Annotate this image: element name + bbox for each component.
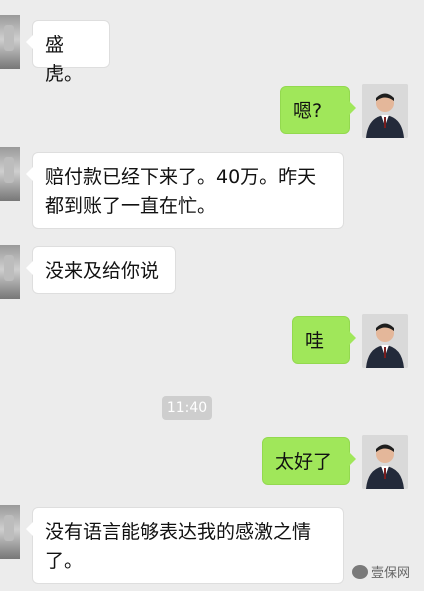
watermark: 壹保网 <box>352 562 410 581</box>
message-timestamp: 11:40 <box>162 396 212 420</box>
message-bubble-incoming[interactable]: 盛虎。 <box>26 20 110 85</box>
wechat-icon <box>352 564 368 579</box>
message-bubble-incoming[interactable]: 赔付款已经下来了。40万。昨天都到账了一直在忙。 <box>26 152 344 229</box>
message-bubble-outgoing[interactable]: 哇 <box>292 316 356 364</box>
message-text: 哇 <box>305 330 325 352</box>
message-bubble-outgoing[interactable]: 太好了 <box>262 437 356 485</box>
message-text: 赔付款已经下来了。40万。昨天都到账了一直在忙。 <box>45 166 317 217</box>
message-text: 没来及给你说 <box>45 260 160 282</box>
contact-avatar[interactable] <box>0 505 20 559</box>
contact-avatar[interactable] <box>0 245 20 299</box>
message-bubble-incoming[interactable]: 没有语言能够表达我的感激之情了。 <box>26 507 344 584</box>
message-text: 盛虎。 <box>45 34 84 85</box>
contact-avatar[interactable] <box>0 15 20 69</box>
contact-avatar[interactable] <box>0 147 20 201</box>
message-text: 太好了 <box>275 451 333 473</box>
message-bubble-outgoing[interactable]: 嗯? <box>280 86 356 134</box>
user-avatar[interactable] <box>362 435 408 489</box>
message-bubble-incoming[interactable]: 没来及给你说 <box>26 246 176 294</box>
user-avatar[interactable] <box>362 84 408 138</box>
message-text: 没有语言能够表达我的感激之情了。 <box>45 521 312 572</box>
message-text: 嗯? <box>293 100 323 122</box>
watermark-text: 壹保网 <box>371 566 411 581</box>
user-avatar[interactable] <box>362 314 408 368</box>
